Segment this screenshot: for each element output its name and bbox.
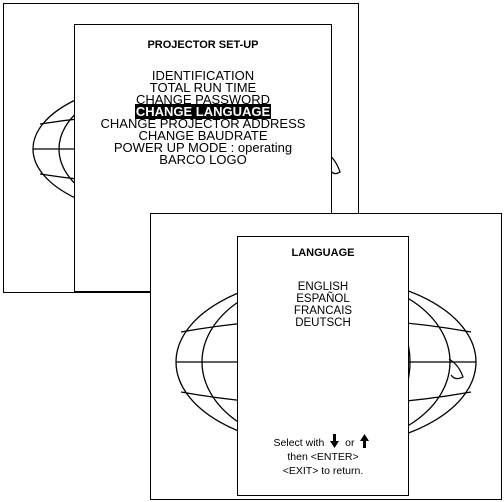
hint-select-line: Select with or: [238, 434, 408, 450]
hint-enter-line: then <ENTER>: [287, 451, 359, 463]
hint-select-text: Select with: [273, 437, 325, 449]
arrow-down-icon: [330, 434, 340, 448]
setup-menu-title: PROJECTOR SET-UP: [147, 39, 259, 51]
language-option[interactable]: FRANCAIS: [238, 305, 408, 317]
language-menu-title: LANGUAGE: [291, 247, 355, 259]
language-screen: LANGUAGE ENGLISH ESPAÑOL FRANCAIS DEUTSCH S…: [150, 213, 502, 500]
navigation-hint: Select with or then <ENTER> <EXIT> to re…: [238, 434, 408, 478]
language-option[interactable]: ENGLISH: [238, 281, 408, 293]
language-option-label: ESPAÑOL: [296, 293, 350, 305]
language-option[interactable]: DEUTSCH: [238, 317, 408, 329]
language-option-label: FRANCAIS: [293, 305, 353, 317]
language-option-label: DEUTSCH: [295, 317, 351, 329]
language-menu-list: ENGLISH ESPAÑOL FRANCAIS DEUTSCH: [238, 281, 408, 329]
setup-menu-item[interactable]: BARCO LOGO: [75, 152, 331, 167]
setup-menu-list: IDENTIFICATION TOTAL RUN TIME CHANGE PASSW…: [75, 69, 331, 167]
setup-menu-item-label: BARCO LOGO: [159, 152, 247, 167]
hint-or-text: or: [345, 437, 355, 449]
language-option[interactable]: ESPAÑOL: [238, 293, 408, 305]
arrow-up-icon: [360, 434, 370, 448]
hint-exit-line: <EXIT> to return.: [282, 465, 364, 477]
language-option-label: ENGLISH: [297, 281, 349, 293]
language-menu-panel: LANGUAGE ENGLISH ESPAÑOL FRANCAIS DEUTSCH S…: [237, 236, 409, 496]
